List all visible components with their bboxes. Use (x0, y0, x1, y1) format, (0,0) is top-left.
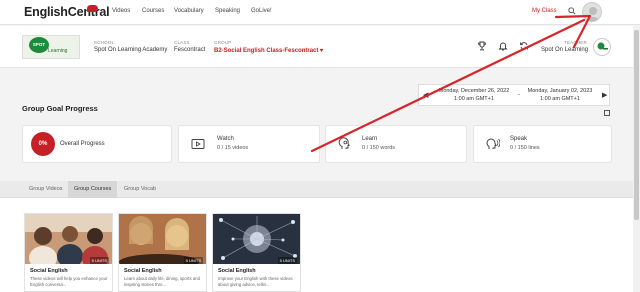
lightbulb-head-icon (338, 137, 350, 149)
course-card[interactable]: 5 UNITS Social English Improve your Engl… (212, 213, 301, 292)
course-description: Learn about daily life, dining, sports a… (124, 276, 200, 287)
school-name: Spot On Learning Academy (94, 47, 168, 53)
date-separator: - (518, 92, 520, 98)
user-silhouette-icon (586, 7, 600, 21)
video-play-icon (191, 139, 205, 149)
school-logo-subtext: Learning (48, 48, 68, 54)
previous-week-button[interactable]: ◀ (423, 91, 428, 99)
learn-card[interactable]: Learn 0 / 150 words (325, 125, 467, 163)
speak-card[interactable]: Speak 0 / 150 lines (473, 125, 612, 163)
bell-icon[interactable] (498, 41, 508, 51)
tab-group-courses[interactable]: Group Courses (68, 181, 118, 198)
learn-label: Learn (362, 136, 378, 142)
nav-vocabulary[interactable]: Vocabulary (174, 8, 204, 14)
end-date-text: Monday, January 02, 2023 (527, 88, 593, 94)
top-navigation: EnglishCentral Videos Courses Vocabulary… (0, 0, 640, 25)
speak-label: Speak (510, 136, 528, 142)
course-title: Social English (30, 268, 68, 274)
tab-group-vocab[interactable]: Group Vocab (118, 181, 162, 198)
course-title: Social English (124, 268, 162, 274)
end-date: Monday, January 02, 2023 1:00 am GMT+1 (521, 87, 599, 103)
course-card[interactable]: 5 UNITS Social English These videos will… (24, 213, 113, 292)
section-title: Group Goal Progress (22, 104, 98, 113)
trophy-icon[interactable] (477, 41, 487, 51)
overall-progress-card: 0% Overall Progress (22, 125, 172, 163)
start-date-text: Monday, December 26, 2022 (438, 88, 510, 94)
my-class-link[interactable]: My Class (532, 8, 557, 14)
overall-progress-label: Overall Progress (60, 141, 105, 147)
nav-golive[interactable]: GoLive! (251, 8, 272, 14)
course-card[interactable]: 5 UNITS Social English Learn about daily… (118, 213, 207, 292)
course-description: These videos will help you enhance your … (30, 276, 108, 287)
start-date: Monday, December 26, 2022 1:00 am GMT+1 (431, 87, 517, 103)
nav-courses[interactable]: Courses (142, 8, 164, 14)
teacher-logo-mark-icon (597, 42, 608, 50)
user-avatar[interactable] (582, 2, 602, 22)
group-selector[interactable]: B2-Social English Class-Fescontract ▾ (214, 47, 323, 54)
nav-videos[interactable]: Videos (112, 8, 130, 14)
class-label: CLASS (174, 40, 190, 45)
speak-value: 0 / 150 lines (510, 145, 540, 151)
watch-label: Watch (217, 136, 234, 142)
tab-group-videos[interactable]: Group Videos (23, 181, 69, 198)
scrollbar-thumb[interactable] (634, 30, 639, 220)
next-week-button[interactable]: ▶ (602, 91, 607, 99)
group-label: GROUP (214, 40, 232, 45)
course-title: Social English (218, 268, 256, 274)
school-logo: SPOT Learning (22, 35, 80, 59)
speaking-head-icon (486, 138, 500, 149)
course-units-badge: 5 UNITS (183, 257, 203, 264)
school-label: SCHOOL (94, 40, 115, 45)
logo-speech-bubble-icon (87, 5, 98, 12)
watch-card[interactable]: Watch 0 / 15 videos (178, 125, 320, 163)
learn-value: 0 / 150 words (362, 145, 396, 151)
course-description: Improve your English with these videos a… (218, 276, 293, 287)
watch-value: 0 / 15 videos (217, 145, 249, 151)
course-units-badge: 5 UNITS (277, 257, 297, 264)
search-icon[interactable] (568, 7, 576, 15)
date-range-selector: ◀ Monday, December 26, 2022 1:00 am GMT+… (418, 84, 610, 106)
nav-speaking[interactable]: Speaking (215, 8, 240, 14)
course-units-badge: 5 UNITS (89, 257, 109, 264)
content-tabs: Group Videos Group Courses Group Vocab (0, 181, 640, 198)
refresh-icon[interactable] (519, 41, 529, 51)
end-time-text: 1:00 am GMT+1 (540, 96, 580, 102)
school-logo-mark: SPOT (29, 37, 49, 53)
overall-progress-badge: 0% (31, 132, 55, 156)
teacher-label: TEACHER (564, 40, 587, 45)
class-name: Fescontract (174, 47, 206, 53)
start-time-text: 1:00 am GMT+1 (454, 96, 494, 102)
teacher-name: Spot On Learning (541, 47, 589, 53)
export-icon[interactable] (604, 110, 610, 116)
teacher-logo (593, 38, 611, 56)
